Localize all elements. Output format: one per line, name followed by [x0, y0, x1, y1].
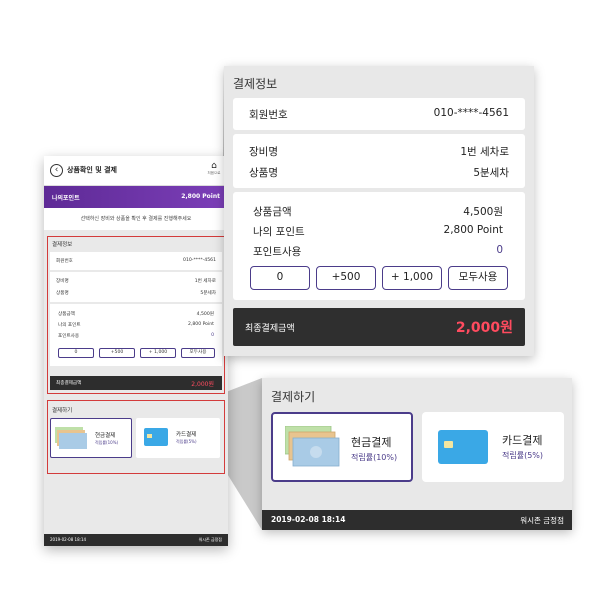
pay-footer: 2019-02-08 18:14 워시존 금정점 — [262, 510, 572, 530]
phone-total-bar: 최종결제금액 2,000원 — [50, 376, 222, 390]
phone-footer-store: 워시존 금정점 — [198, 537, 222, 542]
product-value: 5분세차 — [473, 167, 509, 179]
amount-value: 4,500원 — [463, 206, 503, 218]
cash-payment-option[interactable]: 현금결제 적립률(10%) — [271, 412, 413, 482]
cash-bills-icon — [285, 426, 340, 467]
phone-amount-card: 상품금액 4,500원 나의 포인트 2,800 Point 포인트사용 0 0… — [50, 304, 222, 366]
total-value: 2,000원 — [455, 320, 513, 336]
phone-points-label: 나의포인트 — [52, 195, 80, 202]
equipment-label: 장비명 — [249, 146, 278, 158]
phone-amount-value: 4,500원 — [196, 312, 214, 317]
phone-member-value: 010-****-4561 — [183, 258, 216, 263]
phone-point-btn-0[interactable]: 0 — [58, 348, 94, 358]
phone-equipment-value: 1번 세차로 — [194, 279, 216, 284]
phone-points-bar: 나의포인트 2,800 Point — [44, 186, 228, 208]
amount-label: 상품금액 — [253, 206, 292, 218]
phone-cash-rate: 적립률(10%) — [95, 440, 119, 445]
phone-notice: 선택하신 장비와 상품을 확인 후 결제를 진행해주세요 — [44, 208, 228, 230]
phone-header-title: 상품확인 및 결제 — [67, 166, 117, 174]
my-points-value: 2,800 Point — [443, 224, 503, 236]
pay-footer-datetime: 2019-02-08 18:14 — [271, 515, 346, 524]
phone-points-value: 2,800 Point — [181, 193, 220, 200]
equipment-card: 장비명 1번 세차로 상품명 5분세차 — [233, 134, 525, 188]
point-use-value: 0 — [496, 244, 503, 256]
phone-total-value: 2,000원 — [191, 381, 214, 388]
pay-footer-store: 워시존 금정점 — [520, 516, 564, 525]
phone-payment-info-title: 결제정보 — [52, 242, 73, 248]
back-arrow-icon[interactable]: ‹ — [50, 164, 63, 177]
phone-product-value: 5분세차 — [200, 291, 216, 296]
phone-point-use-label: 포인트사용 — [58, 334, 80, 339]
phone-product-label: 상품명 — [56, 291, 69, 296]
payment-select-panel: 결제하기 현금결제 적립률(10%) 카드결제 적립률(5%) 2019-02-… — [262, 378, 572, 530]
home-button[interactable]: ⌂ 처음으로 — [206, 161, 222, 176]
cash-payment-name: 현금결제 — [351, 436, 392, 449]
phone-card-name: 카드결제 — [176, 432, 197, 438]
member-label: 회원번호 — [249, 109, 288, 121]
total-label: 최종결제금액 — [245, 324, 295, 334]
phone-point-btn-500[interactable]: +500 — [99, 348, 135, 358]
credit-card-icon — [438, 430, 488, 464]
pay-title: 결제하기 — [271, 390, 316, 404]
product-label: 상품명 — [249, 167, 278, 179]
phone-total-label: 최종결제금액 — [56, 381, 82, 386]
point-button-500[interactable]: +500 — [316, 266, 376, 290]
phone-my-points-value: 2,800 Point — [187, 322, 214, 327]
point-button-use-all[interactable]: 모두사용 — [448, 266, 508, 290]
point-use-label: 포인트사용 — [253, 246, 302, 258]
my-points-label: 나의 포인트 — [253, 226, 305, 238]
phone-cash-name: 현금결제 — [95, 433, 116, 439]
phone-card-rate: 적립률(5%) — [176, 439, 197, 444]
credit-card-icon — [144, 428, 168, 446]
connector-payment-select — [226, 378, 262, 530]
total-bar: 최종결제금액 2,000원 — [233, 308, 525, 346]
payment-info-panel: 결제정보 회원번호 010-****-4561 장비명 1번 세차로 상품명 5… — [224, 66, 534, 356]
member-value: 010-****-4561 — [433, 107, 509, 119]
phone-cash-option[interactable]: 현금결제 적립률(10%) — [50, 418, 132, 458]
phone-amount-label: 상품금액 — [58, 312, 75, 317]
cash-bills-icon — [55, 427, 87, 449]
cash-payment-rate: 적립률(10%) — [351, 453, 398, 462]
phone-footer: 2019-02-08 18:14 워시존 금정점 — [44, 534, 228, 546]
home-label: 처음으로 — [207, 171, 221, 175]
phone-member-card: 회원번호 010-****-4561 — [50, 252, 222, 270]
phone-point-btn-1000[interactable]: + 1,000 — [140, 348, 176, 358]
phone-member-label: 회원번호 — [56, 259, 73, 264]
phone-equipment-card: 장비명 1번 세차로 상품명 5분세차 — [50, 272, 222, 302]
phone-header: ‹ 상품확인 및 결제 ⌂ 처음으로 — [44, 156, 228, 186]
card-payment-option[interactable]: 카드결제 적립률(5%) — [422, 412, 564, 482]
phone-my-points-label: 나의 포인트 — [58, 323, 81, 328]
phone-card-option[interactable]: 카드결제 적립률(5%) — [136, 418, 220, 458]
member-card: 회원번호 010-****-4561 — [233, 98, 525, 130]
phone-point-btn-all[interactable]: 모두사용 — [181, 348, 215, 358]
phone-pay-title: 결제하기 — [52, 408, 73, 414]
phone-point-use-value: 0 — [211, 333, 214, 338]
equipment-value: 1번 세차로 — [460, 146, 509, 158]
phone-equipment-label: 장비명 — [56, 279, 69, 284]
home-icon: ⌂ — [211, 161, 217, 171]
point-button-zero[interactable]: 0 — [250, 266, 310, 290]
payment-info-title: 결제정보 — [233, 77, 278, 91]
phone-footer-datetime: 2019-02-08 18:14 — [50, 537, 87, 542]
card-payment-name: 카드결제 — [502, 434, 543, 447]
point-button-1000[interactable]: + 1,000 — [382, 266, 442, 290]
card-payment-rate: 적립률(5%) — [502, 451, 544, 460]
phone-mockup: ‹ 상품확인 및 결제 ⌂ 처음으로 나의포인트 2,800 Point 선택하… — [44, 156, 228, 546]
